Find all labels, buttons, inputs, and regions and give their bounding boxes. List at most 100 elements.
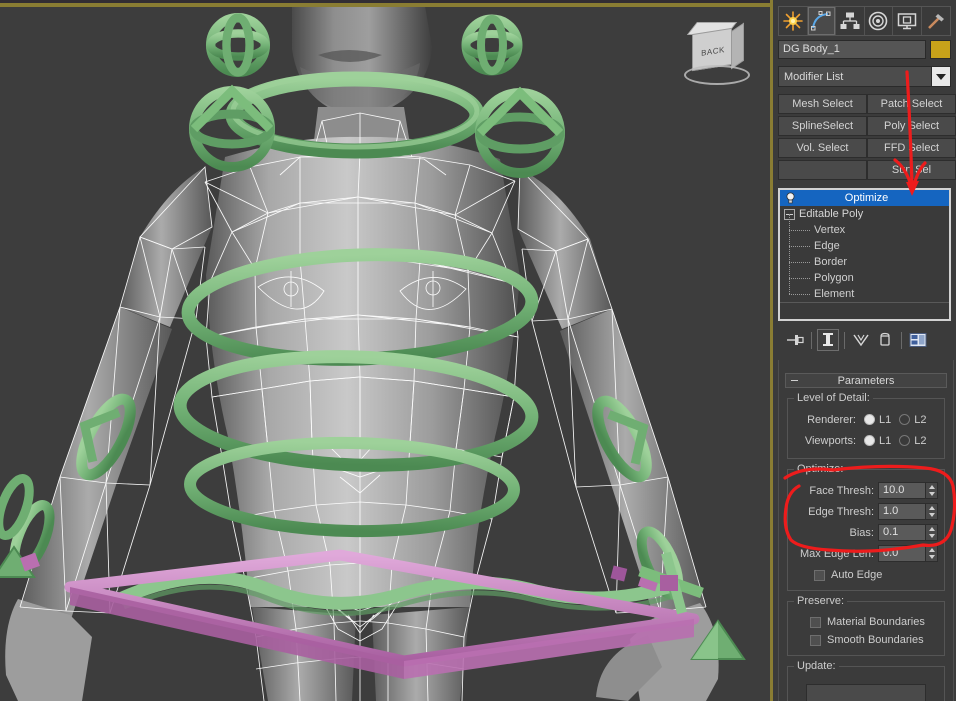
edge-thresh-label: Edge Thresh: (808, 505, 874, 518)
max-edge-len-label: Max Edge Len: (800, 547, 874, 560)
material-boundaries-label: Material Boundaries (827, 616, 925, 628)
toolbar-separator (901, 331, 902, 349)
face-thresh-spinner[interactable] (926, 482, 938, 499)
max-edge-len-spinner[interactable] (926, 545, 938, 562)
viewport-perspective[interactable]: BACK (0, 0, 770, 701)
lod-renderer-l2-radio[interactable] (899, 414, 911, 425)
bias-input[interactable]: 0.1 (878, 524, 926, 541)
material-boundaries-checkbox[interactable] (810, 616, 821, 628)
auto-edge-label: Auto Edge (831, 569, 883, 581)
max-edge-len-input[interactable]: 0.0 (878, 545, 926, 562)
sub-object-label: Edge (814, 240, 840, 252)
sub-object-label: Vertex (814, 224, 846, 236)
bias-spinner[interactable] (926, 524, 938, 541)
sub-object-vertex[interactable]: Vertex (780, 214, 949, 238)
parameters-rollout-header[interactable]: Parameters (785, 373, 947, 388)
view-cube[interactable]: BACK (682, 22, 752, 91)
update-button[interactable] (806, 684, 926, 701)
auto-edge-checkbox[interactable] (814, 569, 825, 581)
modifier-button-empty[interactable] (778, 160, 867, 180)
toolbar-separator (811, 331, 812, 349)
modifier-button-spline-select[interactable]: SplineSelect (778, 116, 867, 136)
auto-edge-row: Auto Edge (792, 566, 940, 584)
lod-viewports-l1-radio[interactable] (864, 435, 875, 446)
parameters-rollout-area: Parameters Level of Detail: Renderer: L1… (778, 360, 954, 701)
modifier-list-dropdown[interactable]: Modifier List (778, 66, 951, 87)
stack-divider (780, 302, 949, 303)
modifier-button-mesh-select[interactable]: Mesh Select (778, 94, 867, 114)
modifier-button-vol-select[interactable]: Vol. Select (778, 138, 867, 158)
stack-item-label: Editable Poly (799, 208, 864, 220)
show-end-result-icon[interactable] (817, 329, 839, 351)
modifier-list-label: Modifier List (784, 70, 844, 83)
hierarchy-icon (840, 12, 860, 29)
update-group: Update: (787, 660, 945, 701)
modifier-stack[interactable]: Optimize Editable Poly Vertex Edge Borde… (778, 188, 951, 321)
modifier-button-ffd-select[interactable]: FFD Select (867, 138, 956, 158)
modifier-button-patch-select[interactable]: Patch Select (867, 94, 956, 114)
object-color-swatch[interactable] (930, 40, 951, 59)
bias-label: Bias: (849, 526, 874, 539)
view-cube-compass-ring[interactable] (684, 65, 750, 85)
bias-row: Bias: 0.1 (792, 523, 940, 542)
smooth-boundaries-checkbox[interactable] (810, 634, 821, 646)
stack-item-editable-poly[interactable]: Editable Poly (780, 206, 949, 222)
lod-viewports-l1-label: L1 (879, 434, 892, 447)
rollout-title: Parameters (837, 374, 895, 387)
make-unique-icon[interactable] (850, 329, 872, 351)
motion-tab[interactable] (864, 7, 893, 35)
curve-icon (811, 11, 831, 31)
target-icon (868, 11, 888, 31)
lod-viewports-l2-label: L2 (914, 434, 927, 447)
view-cube-side-face[interactable] (731, 22, 744, 70)
utilities-tab[interactable] (921, 7, 950, 35)
object-name-field[interactable]: DG Body_1 (778, 40, 926, 59)
sub-object-border[interactable]: Border (780, 246, 949, 270)
max-window: BACK DG Body_1 Modifier List Mesh Select… (0, 0, 956, 701)
lod-renderer-l1-label: L1 (879, 413, 892, 426)
lod-renderer-l2-label: L2 (914, 413, 927, 426)
star-icon (782, 11, 803, 31)
modifier-button-surf-sel[interactable]: Surf Sel (867, 160, 956, 180)
configure-modifier-sets-icon[interactable] (907, 329, 929, 351)
stack-item-optimize[interactable]: Optimize (780, 190, 949, 206)
smooth-boundaries-label: Smooth Boundaries (827, 634, 924, 646)
display-tab[interactable] (893, 7, 922, 35)
sub-object-element[interactable]: Element (780, 278, 949, 302)
light-bulb-icon[interactable] (782, 192, 798, 204)
create-tab[interactable] (779, 7, 808, 35)
lod-renderer-row: Renderer: L1 L2 (792, 410, 940, 429)
lod-viewports-l2-radio[interactable] (899, 435, 911, 446)
face-thresh-label: Face Thresh: (809, 484, 874, 497)
edge-thresh-input[interactable]: 1.0 (878, 503, 926, 520)
toolbar-separator (844, 331, 845, 349)
preserve-group: Preserve: Material Boundaries Smooth Bou… (787, 595, 945, 656)
level-of-detail-group: Level of Detail: Renderer: L1 L2 Viewpor… (787, 392, 945, 459)
chevron-down-icon[interactable] (931, 67, 950, 86)
max-edge-len-row: Max Edge Len: 0.0 (792, 544, 940, 563)
sub-object-polygon[interactable]: Polygon (780, 262, 949, 286)
sub-object-edge[interactable]: Edge (780, 230, 949, 254)
object-name-row: DG Body_1 (778, 40, 951, 59)
sub-object-label: Border (814, 256, 848, 268)
command-panel: DG Body_1 Modifier List Mesh Select Patc… (770, 0, 956, 701)
group-title: Level of Detail: (794, 392, 873, 404)
modify-tab[interactable] (807, 7, 836, 35)
lod-viewports-label: Viewports: (804, 434, 856, 447)
modifier-button-poly-select[interactable]: Poly Select (867, 116, 956, 136)
face-thresh-row: Face Thresh: 10.0 (792, 481, 940, 500)
stack-toolbar (778, 327, 951, 353)
monitor-icon (897, 13, 916, 30)
group-title: Optimize: (794, 463, 847, 475)
face-thresh-input[interactable]: 10.0 (878, 482, 926, 499)
stack-item-label: Optimize (844, 192, 889, 204)
edge-thresh-spinner[interactable] (926, 503, 938, 520)
pin-stack-icon[interactable] (784, 329, 806, 351)
viewport-canvas[interactable]: BACK (0, 7, 770, 701)
collapse-icon (791, 380, 798, 381)
smooth-boundaries-row: Smooth Boundaries (792, 631, 940, 649)
hierarchy-tab[interactable] (836, 7, 865, 35)
remove-modifier-icon[interactable] (874, 329, 896, 351)
material-boundaries-row: Material Boundaries (792, 613, 940, 631)
lod-renderer-l1-radio[interactable] (864, 414, 875, 425)
